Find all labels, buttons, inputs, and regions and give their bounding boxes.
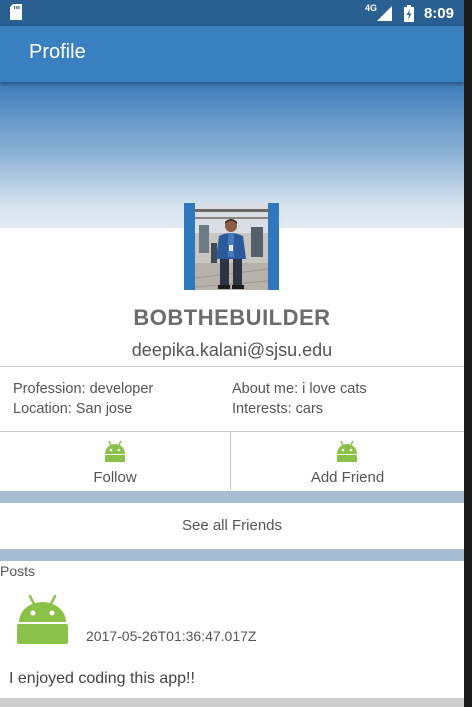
screen-edge	[464, 0, 472, 707]
section-separator	[0, 491, 464, 503]
divider	[0, 366, 464, 367]
post-timestamp: 2017-05-26T01:36:47.017Z	[86, 628, 257, 644]
section-separator	[0, 549, 464, 561]
username: BOBTHEBUILDER	[133, 305, 331, 330]
post-text: I enjoyed coding this app!!	[9, 670, 195, 687]
follow-button[interactable]: Follow	[0, 432, 230, 490]
about-text: About me: i love cats	[232, 381, 367, 397]
signal-icon	[376, 5, 392, 21]
profile-screen: 4G 8:09 Profile BOBTHEBUILDER deepika.ka…	[0, 0, 464, 707]
clock: 8:09	[423, 4, 454, 22]
interests-text: Interests: cars	[232, 401, 324, 417]
network-type-label: 4G	[364, 3, 377, 13]
add-friend-button[interactable]: Add Friend	[231, 432, 464, 490]
profile-avatar[interactable]	[184, 203, 279, 290]
status-bar: 4G 8:09	[0, 0, 464, 26]
battery-charging-icon	[403, 4, 414, 22]
add-friend-label: Add Friend	[310, 469, 385, 486]
android-icon	[337, 440, 357, 462]
android-icon	[105, 440, 125, 462]
status-icons: 4G 8:09	[365, 0, 454, 26]
app-bar: Profile	[0, 26, 464, 82]
android-icon	[17, 594, 68, 644]
avatar-photo	[195, 203, 268, 290]
next-post-edge	[0, 698, 464, 707]
posts-section-label: Posts	[0, 563, 36, 579]
see-all-friends-button[interactable]: See all Friends	[0, 503, 464, 549]
location-text: Location: San jose	[13, 401, 133, 417]
page-title: Profile	[29, 41, 86, 63]
profession-text: Profession: developer	[13, 381, 154, 397]
follow-label: Follow	[93, 469, 137, 486]
email: deepika.kalani@sjsu.edu	[131, 340, 333, 360]
sd-card-icon	[10, 4, 22, 20]
